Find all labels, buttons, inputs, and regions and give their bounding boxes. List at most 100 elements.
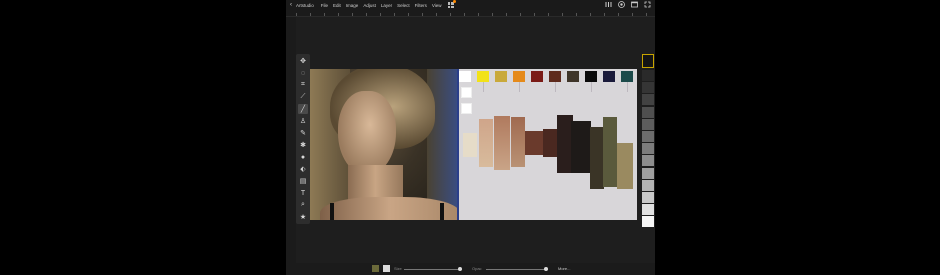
- ruler-tick: [576, 13, 577, 16]
- palette-swatch[interactable]: [513, 71, 525, 82]
- palette-swatch[interactable]: [585, 71, 597, 82]
- menu-list: Artstudio File Edit Image Adjust Layer S…: [296, 3, 442, 8]
- more-button[interactable]: More...: [558, 266, 570, 271]
- menu-view[interactable]: View: [432, 3, 442, 8]
- paint-blob: [590, 127, 604, 189]
- palette-cell[interactable]: [642, 131, 654, 142]
- size-label: Size: [394, 266, 402, 271]
- palette-swatch[interactable]: [531, 71, 543, 82]
- palette-cell[interactable]: [642, 70, 654, 81]
- paint-blob: [571, 121, 591, 173]
- text-icon[interactable]: T: [298, 188, 308, 198]
- empty-swatch-box[interactable]: [461, 103, 472, 114]
- menu-app-name[interactable]: Artstudio: [296, 3, 314, 8]
- paint-drip: [555, 82, 556, 92]
- menu-filters[interactable]: Filters: [415, 3, 427, 8]
- opacity-slider[interactable]: [486, 269, 548, 270]
- palette-cell[interactable]: [642, 82, 654, 94]
- ruler-tick: [492, 13, 493, 16]
- palette-cell[interactable]: [642, 216, 654, 228]
- stamp-icon[interactable]: ♙: [298, 116, 308, 126]
- canvas[interactable]: [310, 69, 637, 220]
- palette-cell[interactable]: [642, 118, 654, 130]
- palette-cell[interactable]: [642, 192, 654, 203]
- zoom-icon[interactable]: ⌕: [298, 200, 308, 210]
- ruler-tick: [618, 13, 619, 16]
- paint-drip: [627, 82, 628, 92]
- lasso-icon[interactable]: ◌: [298, 68, 308, 78]
- size-slider-knob[interactable]: [458, 267, 462, 271]
- palette-swatch[interactable]: [495, 71, 507, 82]
- ruler-tick: [464, 13, 465, 16]
- menu-layer[interactable]: Layer: [381, 3, 392, 8]
- ruler-tick: [422, 13, 423, 16]
- bucket-icon[interactable]: ⬖: [298, 164, 308, 174]
- palette-swatch[interactable]: [459, 71, 471, 82]
- palette-swatch[interactable]: [549, 71, 561, 82]
- back-button[interactable]: ‹: [286, 2, 296, 8]
- reference-photo: [310, 69, 457, 220]
- left-ruler: [286, 17, 296, 263]
- palette-swatch[interactable]: [621, 71, 633, 82]
- bottom-bar: Size Opac More...: [286, 263, 655, 275]
- smudge-icon[interactable]: ✎: [298, 128, 308, 138]
- brush-settings-icon[interactable]: [605, 1, 612, 8]
- ruler-tick: [450, 13, 451, 16]
- palette-cell[interactable]: [642, 106, 654, 118]
- app-window: ‹ Artstudio File Edit Image Adjust Layer…: [286, 0, 655, 275]
- blur-icon[interactable]: ✱: [298, 140, 308, 150]
- color-study-panel: [457, 69, 637, 220]
- palette-cell[interactable]: [642, 94, 654, 106]
- palette-cell[interactable]: [642, 167, 654, 179]
- paint-blob: [511, 117, 525, 167]
- palette-cell[interactable]: [642, 179, 654, 191]
- paint-blob: [463, 133, 477, 157]
- size-slider[interactable]: [404, 269, 462, 270]
- palette-cell[interactable]: [642, 204, 654, 216]
- toolbox: ✥ ◌ ⌗ ⟋ ╱ ♙ ✎ ✱ ● ⬖ ▤ T ⌕ ★: [296, 54, 310, 224]
- fullscreen-icon[interactable]: [644, 1, 651, 8]
- ruler-tick: [310, 13, 311, 16]
- paint-drip: [519, 82, 520, 92]
- ruler-tick: [632, 13, 633, 16]
- paint-blob: [603, 117, 617, 187]
- ruler-tick: [520, 13, 521, 16]
- burn-icon[interactable]: ●: [298, 152, 308, 162]
- menu-image[interactable]: Image: [346, 3, 359, 8]
- opacity-slider-knob[interactable]: [544, 267, 548, 271]
- ruler-tick: [436, 13, 437, 16]
- notification-dot: [452, 0, 456, 3]
- secondary-color-swatch[interactable]: [383, 265, 390, 272]
- menu-bar: ‹ Artstudio File Edit Image Adjust Layer…: [286, 0, 655, 10]
- window-icon[interactable]: [631, 1, 638, 8]
- palette-cell[interactable]: [642, 143, 654, 155]
- paint-blob: [479, 119, 493, 167]
- primary-color-swatch[interactable]: [372, 265, 379, 272]
- palette-swatch[interactable]: [567, 71, 579, 82]
- brush-icon[interactable]: ╱: [298, 104, 308, 114]
- ruler-tick: [296, 13, 297, 16]
- top-ruler: [286, 10, 655, 17]
- layers-icon[interactable]: [618, 1, 625, 8]
- gradient-icon[interactable]: ▤: [298, 176, 308, 186]
- palette-swatch[interactable]: [477, 71, 489, 82]
- menu-adjust[interactable]: Adjust: [363, 3, 376, 8]
- move-icon[interactable]: ✥: [298, 56, 308, 66]
- documents-icon[interactable]: [447, 0, 456, 8]
- paint-drip: [591, 82, 592, 92]
- menu-file[interactable]: File: [321, 3, 328, 8]
- current-color[interactable]: [642, 54, 654, 68]
- palette-cell[interactable]: [642, 155, 654, 167]
- star-icon[interactable]: ★: [298, 212, 308, 222]
- palette-swatch[interactable]: [603, 71, 615, 82]
- ruler-tick: [408, 13, 409, 16]
- ruler-tick: [478, 13, 479, 16]
- menu-edit[interactable]: Edit: [333, 3, 341, 8]
- ruler-tick: [562, 13, 563, 16]
- eyedropper-icon[interactable]: ⟋: [298, 92, 308, 102]
- crop-icon[interactable]: ⌗: [298, 80, 308, 90]
- menu-select[interactable]: Select: [397, 3, 410, 8]
- empty-swatch-box[interactable]: [461, 87, 472, 98]
- ruler-tick: [604, 13, 605, 16]
- ruler-tick: [352, 13, 353, 16]
